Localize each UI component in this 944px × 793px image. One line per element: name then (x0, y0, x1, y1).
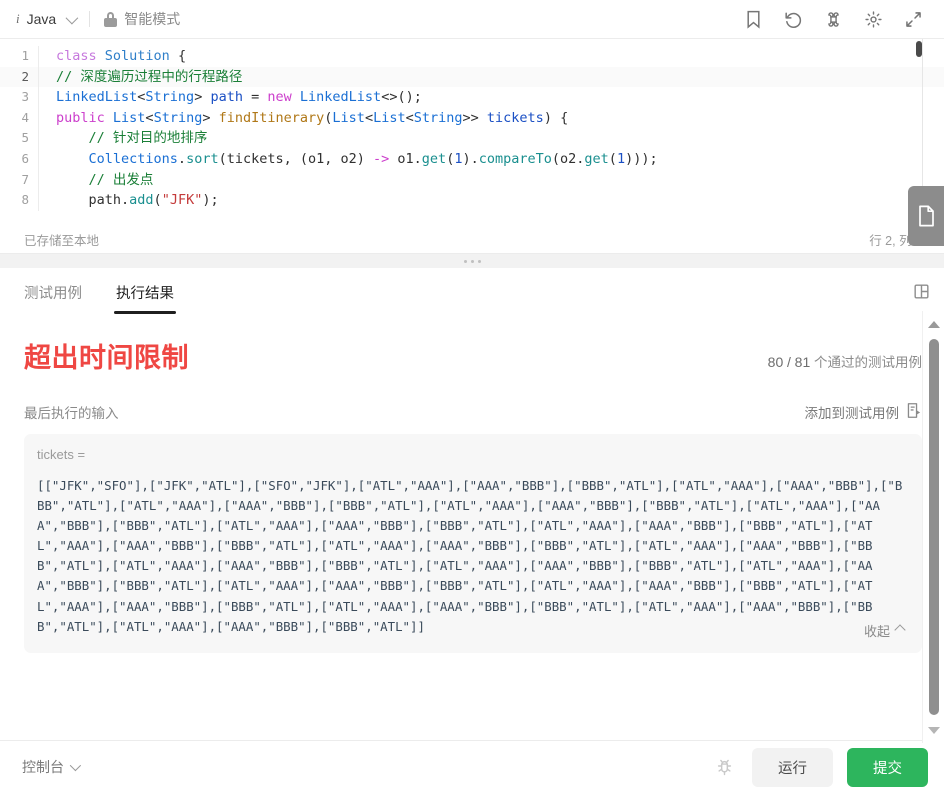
save-status-label: 已存储至本地 (24, 234, 100, 248)
bottom-buttons: 运行 提交 (711, 747, 928, 787)
cases-total-count: 81 (794, 354, 811, 370)
result-scrollbar[interactable] (922, 311, 944, 743)
result-tabs: 测试用例 执行结果 (0, 268, 944, 314)
collapse-button[interactable]: 收起 (853, 617, 908, 643)
line-number: 1 (21, 48, 29, 63)
verdict-row: 超出时间限制 80 / 81 个通过的测试用例 (24, 314, 922, 375)
gear-icon[interactable] (862, 8, 884, 30)
add-to-testcase-button[interactable]: 添加到测试用例 (805, 402, 923, 422)
lock-icon (104, 11, 118, 27)
code-line[interactable]: 2 // 深度遍历过程中的行程路径 (0, 66, 944, 88)
input-data-value: [["JFK","SFO"],["JFK","ATL"],["SFO","JFK… (37, 478, 903, 634)
verdict-label: 超出时间限制 (24, 343, 189, 373)
gutter-divider (38, 66, 39, 88)
code-editor[interactable]: 1 class Solution { 2 // 深度遍历过程中的行程路径 3 Linked… (0, 39, 944, 226)
toolbar-actions (742, 8, 930, 30)
chevron-down-icon (65, 11, 79, 24)
code-text: // 出发点 (88, 171, 154, 188)
gutter-divider (38, 169, 39, 191)
code-text: // 深度遍历过程中的行程路径 (56, 68, 243, 85)
file-document-icon[interactable] (908, 186, 944, 246)
command-icon[interactable] (822, 8, 844, 30)
add-testcase-icon (906, 402, 922, 422)
tab-testcase[interactable]: 测试用例 (22, 282, 84, 314)
code-line[interactable]: 4 public List<String> findItinerary(List<… (0, 107, 944, 129)
code-line[interactable]: 8 path.add("JFK"); (0, 190, 944, 211)
editor-fade-overlay (0, 214, 944, 226)
language-label: Java (26, 11, 57, 27)
code-text: class Solution { (56, 48, 187, 64)
line-number: 2 (21, 68, 29, 84)
input-data-box: tickets = [["JFK","SFO"],["JFK","ATL"],[… (24, 434, 922, 653)
code-line[interactable]: 7 // 出发点 (0, 169, 944, 191)
run-button[interactable]: 运行 (752, 747, 833, 787)
line-number: 5 (21, 130, 29, 146)
code-text: // 针对目的地排序 (88, 130, 208, 147)
line-number: 6 (21, 150, 29, 166)
last-input-row: 最后执行的输入 添加到测试用例 (24, 402, 922, 422)
panel-splitter[interactable] (0, 253, 944, 268)
cases-separator: / (787, 354, 791, 370)
gutter-divider (38, 107, 39, 129)
code-text: LinkedList<String> path = new LinkedList… (56, 89, 422, 106)
line-number: 8 (21, 192, 29, 208)
toolbar-divider (89, 11, 91, 27)
result-panel: 超出时间限制 80 / 81 个通过的测试用例 最后执行的输入 添加到测试用例 … (0, 314, 944, 749)
cases-passed-label: 80 / 81 个通过的测试用例 (768, 351, 922, 371)
chevron-up-icon (894, 624, 906, 636)
editor-status-bar: 已存储至本地 行 2, 列 1 (0, 226, 944, 253)
tab-result[interactable]: 执行结果 (114, 282, 176, 314)
gutter-divider (38, 87, 39, 108)
bug-icon[interactable] (711, 754, 738, 781)
smart-mode-label: 智能模式 (124, 11, 181, 27)
scroll-up-button[interactable] (923, 317, 944, 331)
expand-icon[interactable] (902, 8, 924, 30)
input-data-key: tickets = (37, 447, 86, 462)
triangle-up-icon (928, 320, 940, 328)
splitter-grip-icon (463, 259, 481, 263)
add-to-testcase-label: 添加到测试用例 (804, 406, 900, 421)
editor-vertical-scrollbar[interactable] (916, 41, 922, 57)
chevron-down-icon (69, 759, 82, 772)
gutter-divider (38, 148, 39, 170)
smart-mode-toggle[interactable]: 智能模式 (104, 9, 180, 29)
submit-button[interactable]: 提交 (847, 747, 928, 787)
code-text: public List<String> findItinerary(List<L… (56, 109, 569, 126)
code-lines[interactable]: 1 class Solution { 2 // 深度遍历过程中的行程路径 3 Linked… (0, 39, 944, 226)
last-input-label: 最后执行的输入 (24, 406, 119, 421)
code-text: path.add("JFK"); (56, 192, 219, 209)
code-text: Collections.sort(tickets, (o1, o2) -> o1… (88, 150, 658, 167)
code-line[interactable]: 1 class Solution { (0, 46, 944, 67)
cases-passed-count: 80 (767, 354, 784, 370)
language-selector[interactable]: i Java (16, 11, 79, 27)
code-line[interactable]: 3 LinkedList<String> path = new LinkedLis… (0, 87, 944, 108)
console-label: 控制台 (22, 759, 64, 775)
bookmark-icon[interactable] (742, 8, 764, 30)
gutter-divider (38, 46, 39, 67)
code-line[interactable]: 6 Collections.sort(tickets, (o1, o2) -> … (0, 148, 944, 170)
scroll-down-button[interactable] (923, 723, 944, 737)
line-number: 4 (21, 109, 29, 125)
code-line[interactable]: 5 // 针对目的地排序 (0, 128, 944, 149)
history-icon[interactable] (782, 8, 804, 30)
triangle-down-icon (928, 726, 940, 734)
line-number: 7 (21, 171, 29, 187)
cases-suffix-label: 个通过的测试用例 (814, 355, 922, 370)
scrollbar-thumb[interactable] (929, 339, 939, 715)
top-toolbar: i Java 智能模式 (0, 0, 944, 39)
gutter-divider (38, 190, 39, 211)
collapse-label: 收起 (863, 623, 890, 639)
panel-layout-icon[interactable] (913, 283, 930, 305)
gutter-divider (38, 128, 39, 149)
bottom-action-bar: 控制台 运行 提交 (0, 740, 944, 793)
info-italic-icon: i (16, 11, 20, 26)
console-toggle[interactable]: 控制台 (22, 757, 82, 777)
line-number: 3 (21, 89, 29, 105)
